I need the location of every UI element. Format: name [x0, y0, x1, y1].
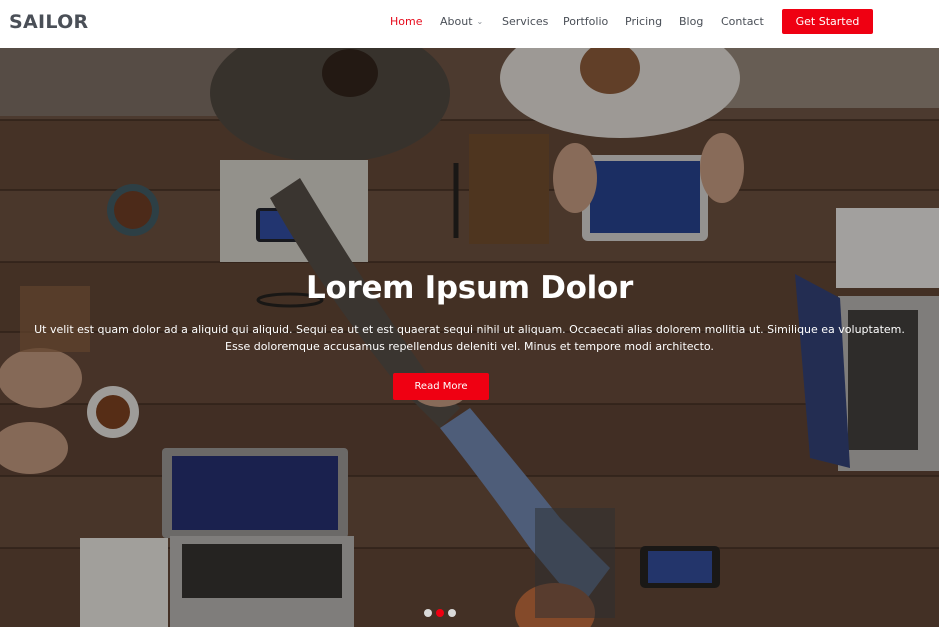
carousel-dot-3[interactable] — [448, 609, 456, 617]
get-started-button[interactable]: Get Started — [782, 9, 873, 34]
carousel-indicators — [424, 609, 456, 617]
chevron-down-icon: ⌄ — [476, 17, 484, 26]
read-more-button[interactable]: Read More — [393, 373, 489, 400]
nav-about-label: About — [440, 15, 473, 28]
nav-services[interactable]: Services — [502, 15, 548, 28]
nav-home[interactable]: Home — [390, 15, 422, 28]
carousel-dot-1[interactable] — [424, 609, 432, 617]
hero-section: Lorem Ipsum Dolor Ut velit est quam dolo… — [0, 48, 939, 627]
nav-pricing[interactable]: Pricing — [625, 15, 662, 28]
site-header: SAILOR Home About ⌄ Services Portfolio Pr… — [0, 0, 939, 48]
nav-blog[interactable]: Blog — [679, 15, 703, 28]
hero-description: Ut velit est quam dolor ad a aliquid qui… — [34, 323, 905, 353]
hero-title: Lorem Ipsum Dolor — [306, 270, 633, 306]
nav-portfolio[interactable]: Portfolio — [563, 15, 608, 28]
nav-about[interactable]: About ⌄ — [440, 15, 483, 28]
carousel-dot-2[interactable] — [436, 609, 444, 617]
nav-contact[interactable]: Contact — [721, 15, 764, 28]
